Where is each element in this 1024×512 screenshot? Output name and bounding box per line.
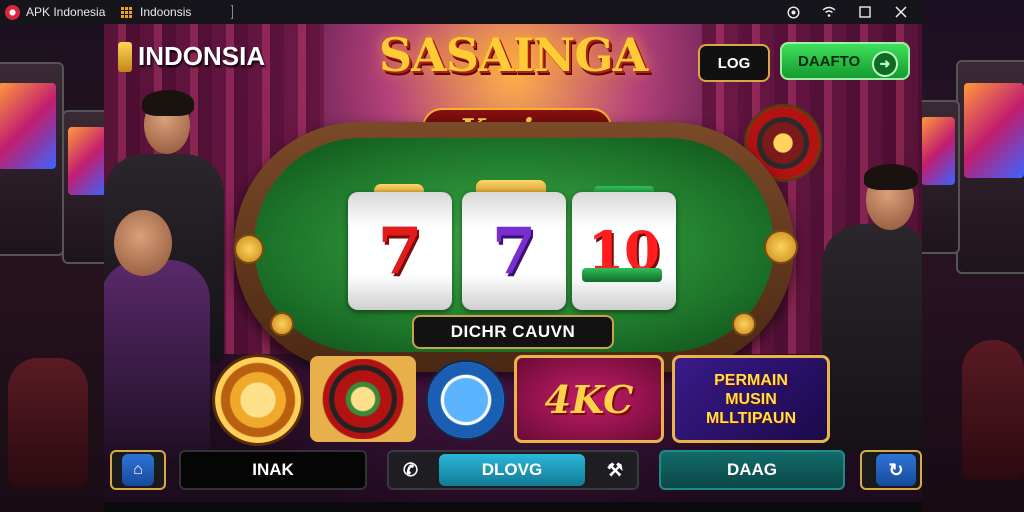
tile-multi-line-3: MLLTIPAUN — [705, 409, 797, 427]
app-brand[interactable]: APK Indonesia — [0, 4, 113, 20]
gold-chip-icon — [234, 234, 264, 264]
gold-chip-icon — [764, 230, 798, 264]
phone-icon[interactable]: ✆ — [403, 460, 418, 481]
game-tile-roulette[interactable] — [310, 356, 416, 442]
register-button[interactable]: DAAFTO ➜ — [780, 42, 910, 80]
grid-icon — [121, 6, 132, 18]
game-tile-multiplayer[interactable]: PERMAIN MUSIN MLLTIPAUN — [672, 355, 830, 443]
game-window: INDONSIA SASAINGA Kasino LOG DAAFTO ➜ 7 … — [104, 24, 922, 512]
wrench-icon[interactable]: ⚒ — [607, 460, 623, 481]
circle-dot-icon[interactable] — [786, 5, 800, 19]
daag-button[interactable]: DAAG — [659, 450, 845, 490]
game-tile-roulette-gold[interactable] — [212, 354, 304, 446]
slot-machine-left-2 — [62, 110, 104, 264]
inak-button[interactable]: INAK — [179, 450, 367, 490]
slot-machine-right-2 — [922, 100, 960, 254]
home-icon: ⌂ — [122, 454, 154, 486]
cash-bundle-icon — [582, 268, 662, 282]
tab-title: Indoonsis — [140, 5, 192, 19]
game-tile-poker-chip[interactable] — [426, 360, 506, 440]
home-button[interactable]: ⌂ — [110, 450, 166, 490]
tab-indonesia[interactable]: Indoonsis — [113, 5, 231, 19]
slot-reel-2: 7 — [462, 192, 566, 310]
left-background — [0, 0, 104, 512]
action-group: ✆ DLOVG ⚒ — [387, 450, 639, 490]
slot-reel-3: 10 — [572, 192, 676, 310]
table-label[interactable]: DICHR CAUVN — [412, 315, 614, 349]
casino-chair — [8, 358, 88, 488]
app-logo-icon — [5, 4, 20, 20]
refresh-button[interactable]: ↻ — [860, 450, 922, 490]
register-label: DAAFTO — [798, 52, 861, 70]
arrow-right-icon: ➜ — [872, 51, 898, 77]
casino-logo-title: SASAINGA — [378, 28, 648, 82]
tile-multi-line-1: PERMAIN — [714, 371, 788, 389]
refresh-icon: ↻ — [876, 454, 916, 486]
brand-indonesia[interactable]: INDONSIA — [118, 41, 265, 72]
trophy-icon — [118, 41, 132, 72]
slot-reel-1: 7 — [348, 192, 452, 310]
title-bar: APK Indonesia Indoonsis — [0, 0, 922, 24]
slot-machine-left — [0, 62, 64, 256]
game-tile-4kc[interactable]: 4KC — [514, 355, 664, 443]
app-name: APK Indonesia — [26, 5, 106, 19]
close-icon[interactable] — [894, 5, 908, 19]
tile-multi-line-2: MUSIN — [725, 390, 777, 408]
right-background — [922, 0, 1024, 512]
brand-text: INDONSIA — [138, 41, 266, 71]
login-button[interactable]: LOG — [698, 44, 770, 82]
gold-chip-icon — [732, 312, 756, 336]
maximize-icon[interactable] — [858, 5, 872, 19]
bottom-strip — [104, 502, 922, 512]
dlovg-button[interactable]: DLOVG — [439, 454, 585, 486]
tab-divider-icon — [231, 5, 233, 19]
wifi-icon[interactable] — [822, 5, 836, 19]
gold-chip-icon — [270, 312, 294, 336]
casino-chair-right — [962, 340, 1024, 480]
slot-machine-right — [956, 60, 1024, 274]
